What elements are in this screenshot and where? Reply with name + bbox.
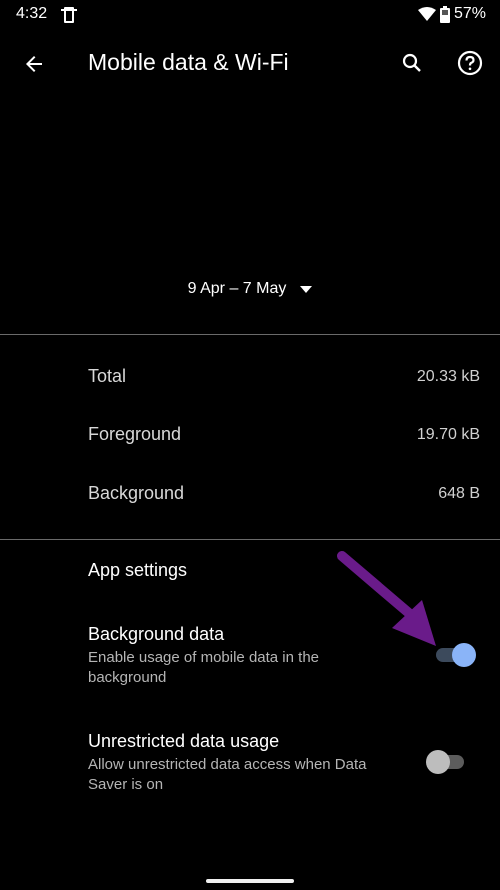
background-data-toggle[interactable] bbox=[432, 643, 476, 667]
usage-total-label: Total bbox=[88, 366, 127, 386]
pref-unrestricted-data-summary: Allow unrestricted data access when Data… bbox=[88, 756, 367, 793]
usage-foreground-value: 19.70 kB bbox=[416, 426, 480, 443]
battery-icon bbox=[439, 5, 450, 23]
usage-background-value: 648 B bbox=[438, 485, 480, 502]
dropdown-arrow-icon bbox=[300, 285, 313, 293]
divider bbox=[0, 539, 500, 540]
search-icon bbox=[402, 53, 421, 72]
arrow-back-icon bbox=[26, 56, 42, 72]
page-title: Mobile data & Wi-Fi bbox=[88, 49, 289, 75]
toggle-thumb bbox=[426, 750, 450, 774]
screen-cast-icon bbox=[60, 6, 78, 24]
status-time: 4:32 bbox=[16, 5, 48, 22]
pref-unrestricted-data-title: Unrestricted data usage bbox=[88, 731, 280, 751]
back-button[interactable] bbox=[22, 52, 46, 76]
home-indicator[interactable] bbox=[206, 879, 294, 883]
divider bbox=[0, 334, 500, 335]
usage-foreground-label: Foreground bbox=[88, 424, 182, 444]
date-range-selector[interactable]: 9 Apr – 7 May bbox=[0, 280, 500, 298]
pref-background-data-title: Background data bbox=[88, 624, 225, 644]
unrestricted-data-toggle[interactable] bbox=[426, 750, 466, 774]
search-button[interactable] bbox=[400, 51, 424, 75]
help-icon bbox=[457, 50, 483, 76]
battery-percent: 57% bbox=[453, 5, 486, 22]
status-right: 57% bbox=[417, 5, 486, 23]
pref-background-data-summary: Enable usage of mobile data in the backg… bbox=[88, 649, 319, 686]
toggle-thumb bbox=[452, 643, 476, 667]
wifi-icon bbox=[417, 7, 436, 21]
annotation-arrow-icon bbox=[334, 548, 444, 648]
usage-background-label: Background bbox=[88, 483, 185, 503]
usage-total-value: 20.33 kB bbox=[416, 368, 480, 385]
date-range-label: 9 Apr – 7 May bbox=[187, 280, 287, 297]
help-button[interactable] bbox=[457, 50, 483, 76]
section-title-app-settings: App settings bbox=[88, 560, 188, 580]
